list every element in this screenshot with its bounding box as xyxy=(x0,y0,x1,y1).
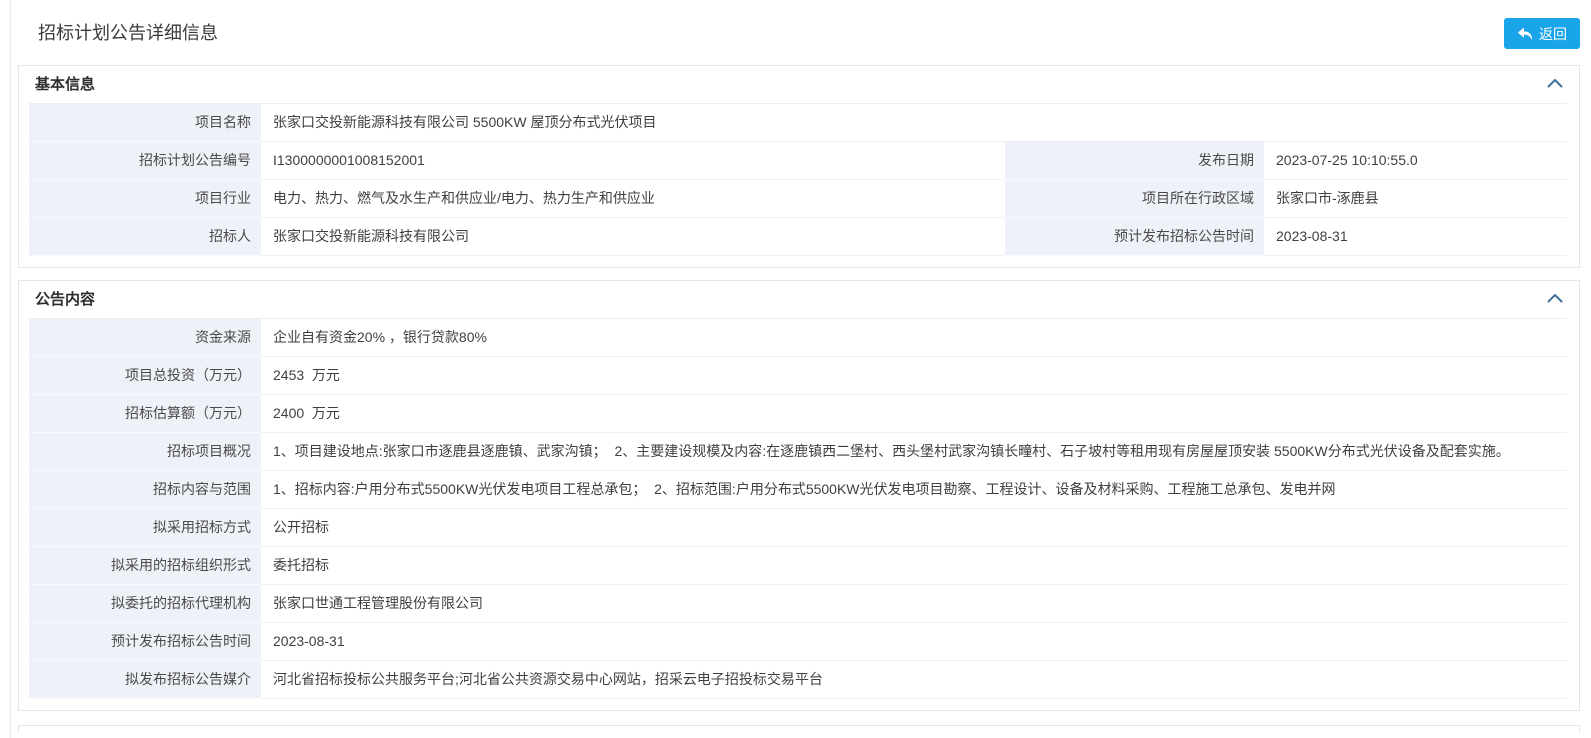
field-label: 招标内容与范围 xyxy=(29,471,261,509)
table-row: 拟采用招标方式 公开招标 xyxy=(29,509,1567,547)
field-value: I1300000001008152001 xyxy=(261,142,1005,179)
field-label: 项目行业 xyxy=(29,180,261,218)
field-label: 发布日期 xyxy=(1005,142,1264,180)
field-value: 电力、热力、燃气及水生产和供应业/电力、热力生产和供应业 xyxy=(261,180,1005,217)
table-row: 预计发布招标公告时间 2023-08-31 xyxy=(29,623,1567,661)
field-label: 招标人 xyxy=(29,218,261,256)
table-row: 招标项目概况 1、项目建设地点:张家口市逐鹿县逐鹿镇、武家沟镇； 2、主要建设规… xyxy=(29,433,1567,471)
table-row: 拟采用的招标组织形式 委托招标 xyxy=(29,547,1567,585)
field-value: 1、招标内容:户用分布式5500KW光伏发电项目工程总承包； 2、招标范围:户用… xyxy=(261,471,1567,508)
chevron-up-icon[interactable] xyxy=(1545,291,1565,305)
table-row: 拟发布招标公告媒介 河北省招标投标公共服务平台;河北省公共资源交易中心网站，招采… xyxy=(29,661,1567,699)
announcement-section-title: 公告内容 xyxy=(35,291,95,308)
table-row: 项目总投资（万元） 2453 万元 xyxy=(29,357,1567,395)
field-label: 预计发布招标公告时间 xyxy=(1005,218,1264,256)
announcement-table: 资金来源 企业自有资金20% ，银行贷款80% 项目总投资（万元） 2453 万… xyxy=(29,319,1567,699)
back-button[interactable]: 返回 xyxy=(1504,18,1580,49)
field-label: 预计发布招标公告时间 xyxy=(29,623,261,661)
field-label: 项目名称 xyxy=(29,104,261,142)
field-value: 河北省招标投标公共服务平台;河北省公共资源交易中心网站，招采云电子招投标交易平台 xyxy=(261,661,1567,698)
next-section-card-partial xyxy=(18,725,1580,733)
field-label: 拟采用招标方式 xyxy=(29,509,261,547)
field-label: 拟发布招标公告媒介 xyxy=(29,661,261,699)
field-value: 委托招标 xyxy=(261,547,1567,584)
chevron-up-icon[interactable] xyxy=(1545,76,1565,90)
page-header: 招标计划公告详细信息 返回 xyxy=(11,17,1591,65)
announcement-card: 公告内容 资金来源 企业自有资金20% ，银行贷款80% 项目总投资（万元） 2… xyxy=(18,280,1580,711)
table-row: 项目行业 电力、热力、燃气及水生产和供应业/电力、热力生产和供应业 项目所在行政… xyxy=(29,180,1567,218)
field-label: 拟采用的招标组织形式 xyxy=(29,547,261,585)
announcement-section-header: 公告内容 xyxy=(29,281,1567,319)
field-label: 拟委托的招标代理机构 xyxy=(29,585,261,623)
basic-info-table: 项目名称 张家口交投新能源科技有限公司 5500KW 屋顶分布式光伏项目 招标计… xyxy=(29,104,1567,256)
table-row: 拟委托的招标代理机构 张家口世通工程管理股份有限公司 xyxy=(29,585,1567,623)
field-value: 2453 万元 xyxy=(261,357,1567,394)
field-value: 2023-08-31 xyxy=(261,623,1567,660)
table-row: 招标估算额（万元） 2400 万元 xyxy=(29,395,1567,433)
field-value: 张家口市-涿鹿县 xyxy=(1264,180,1567,217)
field-label: 招标项目概况 xyxy=(29,433,261,471)
field-label: 项目总投资（万元） xyxy=(29,357,261,395)
basic-info-section-header: 基本信息 xyxy=(29,66,1567,104)
basic-info-card: 基本信息 项目名称 张家口交投新能源科技有限公司 5500KW 屋顶分布式光伏项… xyxy=(18,65,1580,268)
table-row: 资金来源 企业自有资金20% ，银行贷款80% xyxy=(29,319,1567,357)
field-label: 招标估算额（万元） xyxy=(29,395,261,433)
table-row: 招标内容与范围 1、招标内容:户用分布式5500KW光伏发电项目工程总承包； 2… xyxy=(29,471,1567,509)
table-row: 项目名称 张家口交投新能源科技有限公司 5500KW 屋顶分布式光伏项目 xyxy=(29,104,1567,142)
back-button-label: 返回 xyxy=(1539,24,1567,44)
field-value: 2400 万元 xyxy=(261,395,1567,432)
table-row: 招标计划公告编号 I1300000001008152001 发布日期 2023-… xyxy=(29,142,1567,180)
field-value: 2023-07-25 10:10:55.0 xyxy=(1264,142,1567,179)
page-container: 招标计划公告详细信息 返回 基本信息 项目名称 张家口交投新能源科技有限公司 5… xyxy=(10,0,1591,738)
field-label: 资金来源 xyxy=(29,319,261,357)
field-label: 招标计划公告编号 xyxy=(29,142,261,180)
field-value: 张家口世通工程管理股份有限公司 xyxy=(261,585,1567,622)
page-title: 招标计划公告详细信息 xyxy=(38,17,1580,49)
field-value: 张家口交投新能源科技有限公司 5500KW 屋顶分布式光伏项目 xyxy=(261,104,1567,141)
field-value: 1、项目建设地点:张家口市逐鹿县逐鹿镇、武家沟镇； 2、主要建设规模及内容:在逐… xyxy=(261,433,1567,470)
table-row: 招标人 张家口交投新能源科技有限公司 预计发布招标公告时间 2023-08-31 xyxy=(29,218,1567,256)
field-value: 2023-08-31 xyxy=(1264,218,1567,255)
field-value: 张家口交投新能源科技有限公司 xyxy=(261,218,1005,255)
field-value: 企业自有资金20% ，银行贷款80% xyxy=(261,319,1567,356)
field-value: 公开招标 xyxy=(261,509,1567,546)
field-label: 项目所在行政区域 xyxy=(1005,180,1264,218)
back-arrow-icon xyxy=(1517,27,1533,41)
basic-info-section-title: 基本信息 xyxy=(35,76,95,93)
